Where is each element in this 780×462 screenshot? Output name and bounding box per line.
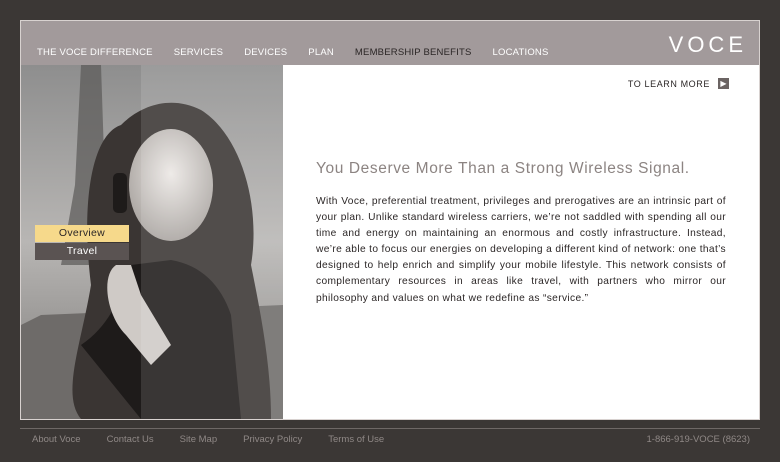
nav-membership-benefits[interactable]: MEMBERSHIP BENEFITS [355, 47, 472, 58]
footer-privacy-policy[interactable]: Privacy Policy [243, 434, 302, 445]
arrow-right-icon[interactable]: ▶ [718, 78, 729, 89]
nav-plan[interactable]: PLAN [308, 47, 334, 58]
footer-phone: 1-866-919-VOCE (8623) [646, 434, 751, 445]
main-frame: THE VOCE DIFFERENCE SERVICES DEVICES PLA… [20, 20, 760, 420]
footer-about-voce[interactable]: About Voce [32, 434, 81, 445]
nav-services[interactable]: SERVICES [174, 47, 223, 58]
footer-contact-us[interactable]: Contact Us [107, 434, 154, 445]
main-nav: THE VOCE DIFFERENCE SERVICES DEVICES PLA… [37, 47, 549, 58]
nav-voce-difference[interactable]: THE VOCE DIFFERENCE [37, 47, 153, 58]
learn-more-link[interactable]: TO LEARN MORE ▶ [628, 78, 729, 89]
nav-locations[interactable]: LOCATIONS [493, 47, 549, 58]
learn-more-label: TO LEARN MORE [627, 78, 710, 89]
page-headline: You Deserve More Than a Strong Wireless … [316, 160, 690, 177]
hero-photo: Overview Travel [21, 65, 283, 419]
subnav-overview[interactable]: Overview [35, 225, 129, 242]
sub-nav: Overview Travel [35, 225, 129, 260]
top-nav-bar: THE VOCE DIFFERENCE SERVICES DEVICES PLA… [21, 21, 759, 65]
footer-links: About Voce Contact Us Site Map Privacy P… [32, 434, 384, 445]
nav-devices[interactable]: DEVICES [244, 47, 287, 58]
voce-logo[interactable]: VOCE [669, 32, 747, 58]
footer-site-map[interactable]: Site Map [180, 434, 218, 445]
footer-divider [20, 428, 760, 429]
subnav-travel[interactable]: Travel [35, 243, 129, 260]
footer-terms-of-use[interactable]: Terms of Use [328, 434, 384, 445]
page-body-text: With Voce, preferential treatment, privi… [316, 196, 726, 304]
